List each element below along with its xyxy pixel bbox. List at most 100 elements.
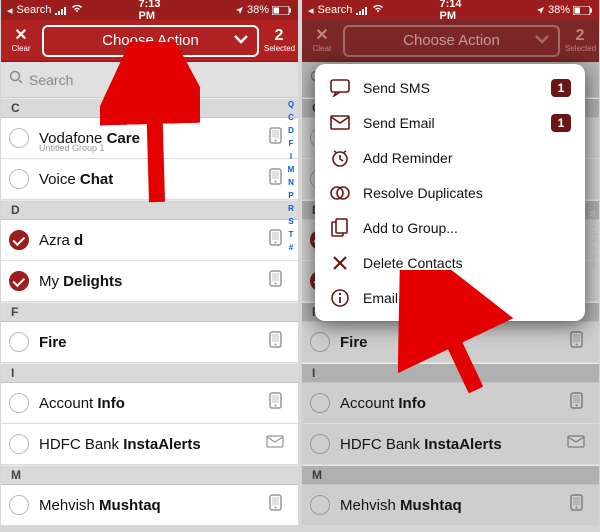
chevron-down-icon <box>233 32 249 49</box>
popup-item-label: Email contacts info... <box>363 290 492 306</box>
section-header: M <box>1 465 298 485</box>
index-letter[interactable]: I <box>285 150 297 163</box>
phone-icon <box>267 168 284 190</box>
popup-item-venn[interactable]: Resolve Duplicates <box>315 175 585 210</box>
app-header: ✕ Clear Choose Action 2 Selected <box>302 20 599 62</box>
phone-icon <box>568 494 585 516</box>
choose-action-button[interactable]: Choose Action <box>343 25 560 57</box>
index-letter[interactable]: N <box>285 176 297 189</box>
index-letter[interactable]: T <box>285 228 297 241</box>
location-icon <box>235 6 244 15</box>
battery-icon <box>573 6 593 15</box>
phone-icon <box>568 331 585 353</box>
contact-list[interactable]: CVodafone CareUntitled Group 1 Voice Chat… <box>1 98 298 525</box>
phone-icon <box>267 229 284 251</box>
mail-icon <box>266 435 284 453</box>
phone-icon <box>267 127 284 149</box>
popup-item-label: Resolve Duplicates <box>363 185 483 201</box>
battery-icon <box>272 6 292 15</box>
alpha-index[interactable]: QCDFIMNPRST# <box>285 98 297 254</box>
status-bar: ◂ Search 7:13 PM 38% <box>1 0 298 20</box>
index-letter[interactable]: F <box>285 137 297 150</box>
status-bar: ◂ Search 7:14 PM 38% <box>302 0 599 20</box>
choose-action-label: Choose Action <box>403 32 500 49</box>
signal-icon <box>356 6 368 15</box>
popup-item-label: Delete Contacts <box>363 255 463 271</box>
index-letter[interactable]: S <box>285 215 297 228</box>
watermark: wsxdn.com <box>587 210 598 269</box>
phone-icon <box>568 392 585 414</box>
index-letter[interactable]: M <box>285 163 297 176</box>
contact-row[interactable]: HDFC Bank InstaAlerts <box>1 424 298 465</box>
contact-name: My Delights <box>39 273 263 290</box>
index-letter[interactable]: C <box>285 111 297 124</box>
popup-item-copy[interactable]: Add to Group... <box>315 210 585 245</box>
chevron-down-icon <box>534 32 550 49</box>
search-input[interactable]: Search <box>1 62 298 98</box>
checkbox <box>310 434 330 454</box>
contact-row[interactable]: Azra d <box>1 220 298 261</box>
phone-icon <box>267 494 284 516</box>
popup-item-label: Send SMS <box>363 80 430 96</box>
search-icon <box>9 70 23 89</box>
contact-name: HDFC Bank InstaAlerts <box>340 436 563 453</box>
clock-icon <box>329 148 351 168</box>
clear-button[interactable]: ✕ Clear <box>306 28 338 53</box>
clear-button[interactable]: ✕ Clear <box>5 28 37 53</box>
status-back-label: Search <box>17 4 52 16</box>
checkbox[interactable] <box>9 128 29 148</box>
checkbox[interactable] <box>9 393 29 413</box>
section-header: F <box>1 302 298 322</box>
contact-row[interactable]: Account Info <box>1 383 298 424</box>
index-letter[interactable]: # <box>285 241 297 254</box>
contact-name: Account Info <box>39 395 263 412</box>
back-chevron-icon: ◂ <box>308 4 314 17</box>
contact-row: HDFC Bank InstaAlerts <box>302 424 599 465</box>
choose-action-button[interactable]: Choose Action <box>42 25 259 57</box>
contact-name: HDFC Bank InstaAlerts <box>39 436 262 453</box>
contact-name: Account Info <box>340 395 564 412</box>
screenshot-right: ◂ Search 7:14 PM 38% ✕ Clear Choose Acti… <box>302 0 599 525</box>
checkbox <box>310 495 330 515</box>
checkbox[interactable] <box>9 271 29 291</box>
sms-icon <box>329 79 351 97</box>
popup-item-label: Add Reminder <box>363 150 453 166</box>
contact-name: Mehvish Mushtaq <box>340 497 564 514</box>
checkbox <box>310 332 330 352</box>
popup-item-clock[interactable]: Add Reminder <box>315 140 585 175</box>
section-header: I <box>1 363 298 383</box>
popup-item-mail[interactable]: Send Email1 <box>315 105 585 140</box>
popup-item-label: Send Email <box>363 115 435 131</box>
contact-row[interactable]: Vodafone CareUntitled Group 1 <box>1 118 298 159</box>
checkbox[interactable] <box>9 230 29 250</box>
contact-name: Fire <box>340 334 564 351</box>
action-popup: Send SMS1Send Email1 Add Reminder Resolve … <box>315 64 585 321</box>
close-icon: ✕ <box>5 28 37 44</box>
venn-icon <box>329 185 351 201</box>
contact-row[interactable]: My Delights <box>1 261 298 302</box>
checkbox[interactable] <box>9 434 29 454</box>
app-header: ✕ Clear Choose Action 2 Selected <box>1 20 298 62</box>
section-header: D <box>1 200 298 220</box>
contact-row[interactable]: Mehvish Mushtaq <box>1 485 298 525</box>
index-letter[interactable]: P <box>285 189 297 202</box>
index-letter[interactable]: Q <box>285 98 297 111</box>
section-header: C <box>1 98 298 118</box>
checkbox[interactable] <box>9 332 29 352</box>
selected-count: 2 Selected <box>264 28 294 53</box>
popup-item-info[interactable]: Email contacts info... <box>315 280 585 315</box>
index-letter[interactable]: R <box>285 202 297 215</box>
popup-item-x[interactable]: Delete Contacts <box>315 245 585 280</box>
contact-row[interactable]: Voice Chat <box>1 159 298 200</box>
contact-name: Fire <box>39 334 263 351</box>
contact-row[interactable]: Fire <box>1 322 298 363</box>
popup-item-sms[interactable]: Send SMS1 <box>315 70 585 105</box>
checkbox[interactable] <box>9 495 29 515</box>
checkbox[interactable] <box>9 169 29 189</box>
section-header: M <box>302 465 599 485</box>
contact-name: Voice Chat <box>39 171 263 188</box>
back-chevron-icon: ◂ <box>7 4 13 17</box>
search-placeholder: Search <box>29 72 73 88</box>
index-letter[interactable]: D <box>285 124 297 137</box>
contact-row: Account Info <box>302 383 599 424</box>
